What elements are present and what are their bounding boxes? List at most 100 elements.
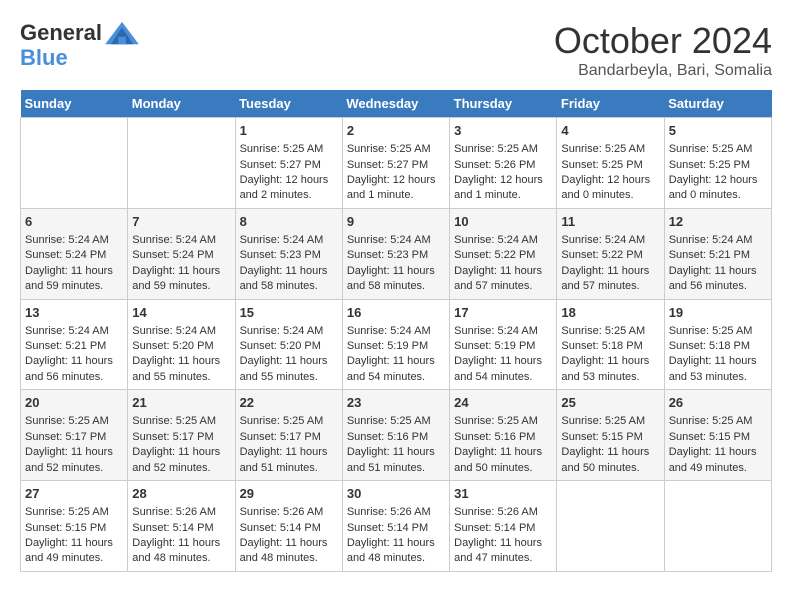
sunrise-text: Sunrise: 5:25 AM (25, 414, 123, 429)
location: Bandarbeyla, Bari, Somalia (554, 62, 772, 80)
day-cell: 7Sunrise: 5:24 AMSunset: 5:24 PMDaylight… (128, 208, 235, 299)
daylight-text: Daylight: 11 hours and 54 minutes. (454, 354, 552, 385)
day-cell: 25Sunrise: 5:25 AMSunset: 5:15 PMDayligh… (557, 390, 664, 481)
daylight-text: Daylight: 11 hours and 51 minutes. (347, 445, 445, 476)
sunrise-text: Sunrise: 5:26 AM (347, 505, 445, 520)
sunrise-text: Sunrise: 5:25 AM (347, 414, 445, 429)
day-cell: 8Sunrise: 5:24 AMSunset: 5:23 PMDaylight… (235, 208, 342, 299)
day-cell: 18Sunrise: 5:25 AMSunset: 5:18 PMDayligh… (557, 299, 664, 390)
sunset-text: Sunset: 5:21 PM (669, 248, 767, 263)
daylight-text: Daylight: 11 hours and 50 minutes. (561, 445, 659, 476)
day-number: 7 (132, 213, 230, 231)
day-cell: 13Sunrise: 5:24 AMSunset: 5:21 PMDayligh… (21, 299, 128, 390)
day-cell: 17 Sunrise: 5:24 AMSunset: 5:19 PMDayligh… (450, 299, 557, 390)
day-cell: 3Sunrise: 5:25 AMSunset: 5:26 PMDaylight… (450, 118, 557, 209)
daylight-text: Daylight: 12 hours and 1 minute. (454, 173, 552, 204)
sunrise-text: Sunrise: 5:25 AM (240, 142, 338, 157)
daylight-text: Daylight: 11 hours and 57 minutes. (561, 264, 659, 295)
sunset-text: Sunset: 5:18 PM (561, 339, 659, 354)
sunset-text: Sunset: 5:23 PM (347, 248, 445, 263)
day-cell: 15Sunrise: 5:24 AMSunset: 5:20 PMDayligh… (235, 299, 342, 390)
sunset-text: Sunset: 5:14 PM (347, 521, 445, 536)
daylight-text: Daylight: 11 hours and 56 minutes. (25, 354, 123, 385)
sunrise-text: Sunrise: 5:24 AM (240, 233, 338, 248)
daylight-text: Daylight: 11 hours and 58 minutes. (347, 264, 445, 295)
daylight-text: Daylight: 12 hours and 0 minutes. (669, 173, 767, 204)
daylight-text: Daylight: 12 hours and 0 minutes. (561, 173, 659, 204)
day-number: 30 (347, 485, 445, 503)
day-cell (557, 481, 664, 572)
sunrise-text: Sunrise: 5:26 AM (132, 505, 230, 520)
day-number: 16 (347, 304, 445, 322)
title-block: October 2024 Bandarbeyla, Bari, Somalia (554, 20, 772, 80)
day-number: 3 (454, 122, 552, 140)
sunrise-text: Sunrise: 5:24 AM (132, 233, 230, 248)
sunset-text: Sunset: 5:14 PM (240, 521, 338, 536)
day-number: 6 (25, 213, 123, 231)
sunrise-text: Sunrise: 5:25 AM (669, 324, 767, 339)
day-cell (128, 118, 235, 209)
sunset-text: Sunset: 5:17 PM (25, 430, 123, 445)
calendar-table: SundayMondayTuesdayWednesdayThursdayFrid… (20, 90, 772, 572)
daylight-text: Daylight: 11 hours and 59 minutes. (132, 264, 230, 295)
day-header-sunday: Sunday (21, 90, 128, 118)
sunrise-text: Sunrise: 5:25 AM (132, 414, 230, 429)
day-cell: 6Sunrise: 5:24 AMSunset: 5:24 PMDaylight… (21, 208, 128, 299)
sunset-text: Sunset: 5:18 PM (669, 339, 767, 354)
day-cell (21, 118, 128, 209)
day-number: 17 (454, 304, 552, 322)
day-cell: 14Sunrise: 5:24 AMSunset: 5:20 PMDayligh… (128, 299, 235, 390)
day-cell: 29Sunrise: 5:26 AMSunset: 5:14 PMDayligh… (235, 481, 342, 572)
daylight-text: Daylight: 11 hours and 49 minutes. (25, 536, 123, 567)
day-cell: 27Sunrise: 5:25 AMSunset: 5:15 PMDayligh… (21, 481, 128, 572)
day-cell: 16Sunrise: 5:24 AMSunset: 5:19 PMDayligh… (342, 299, 449, 390)
daylight-text: Daylight: 11 hours and 53 minutes. (561, 354, 659, 385)
daylight-text: Daylight: 11 hours and 48 minutes. (347, 536, 445, 567)
day-cell: 20Sunrise: 5:25 AMSunset: 5:17 PMDayligh… (21, 390, 128, 481)
day-number: 25 (561, 394, 659, 412)
day-number: 18 (561, 304, 659, 322)
day-number: 22 (240, 394, 338, 412)
sunset-text: Sunset: 5:14 PM (454, 521, 552, 536)
sunset-text: Sunset: 5:16 PM (454, 430, 552, 445)
sunset-text: Sunset: 5:23 PM (240, 248, 338, 263)
sunset-text: Sunset: 5:17 PM (240, 430, 338, 445)
day-cell: 9Sunrise: 5:24 AMSunset: 5:23 PMDaylight… (342, 208, 449, 299)
sunrise-text: Sunrise: 5:24 AM (25, 233, 123, 248)
day-number: 20 (25, 394, 123, 412)
sunset-text: Sunset: 5:15 PM (669, 430, 767, 445)
daylight-text: Daylight: 11 hours and 47 minutes. (454, 536, 552, 567)
daylight-text: Daylight: 11 hours and 50 minutes. (454, 445, 552, 476)
daylight-text: Daylight: 11 hours and 49 minutes. (669, 445, 767, 476)
month-title: October 2024 (554, 20, 772, 62)
sunrise-text: Sunrise: 5:24 AM (561, 233, 659, 248)
sunset-text: Sunset: 5:22 PM (561, 248, 659, 263)
day-number: 13 (25, 304, 123, 322)
day-number: 31 (454, 485, 552, 503)
sunrise-text: Sunrise: 5:25 AM (25, 505, 123, 520)
day-number: 1 (240, 122, 338, 140)
day-header-saturday: Saturday (664, 90, 771, 118)
page-header: General Blue October 2024 Bandarbeyla, B… (20, 20, 772, 80)
sunrise-text: Sunrise: 5:24 AM (454, 324, 552, 339)
day-cell: 31Sunrise: 5:26 AMSunset: 5:14 PMDayligh… (450, 481, 557, 572)
sunrise-text: Sunrise: 5:26 AM (240, 505, 338, 520)
sunset-text: Sunset: 5:25 PM (561, 158, 659, 173)
day-cell: 28Sunrise: 5:26 AMSunset: 5:14 PMDayligh… (128, 481, 235, 572)
day-number: 12 (669, 213, 767, 231)
sunset-text: Sunset: 5:21 PM (25, 339, 123, 354)
day-number: 19 (669, 304, 767, 322)
daylight-text: Daylight: 11 hours and 59 minutes. (25, 264, 123, 295)
day-cell: 30 Sunrise: 5:26 AMSunset: 5:14 PMDayligh… (342, 481, 449, 572)
day-number: 27 (25, 485, 123, 503)
sunrise-text: Sunrise: 5:24 AM (240, 324, 338, 339)
day-number: 5 (669, 122, 767, 140)
day-number: 24 (454, 394, 552, 412)
day-cell: 4Sunrise: 5:25 AMSunset: 5:25 PMDaylight… (557, 118, 664, 209)
sunrise-text: Sunrise: 5:25 AM (454, 142, 552, 157)
day-header-friday: Friday (557, 90, 664, 118)
sunset-text: Sunset: 5:19 PM (454, 339, 552, 354)
day-number: 15 (240, 304, 338, 322)
sunset-text: Sunset: 5:17 PM (132, 430, 230, 445)
daylight-text: Daylight: 12 hours and 2 minutes. (240, 173, 338, 204)
